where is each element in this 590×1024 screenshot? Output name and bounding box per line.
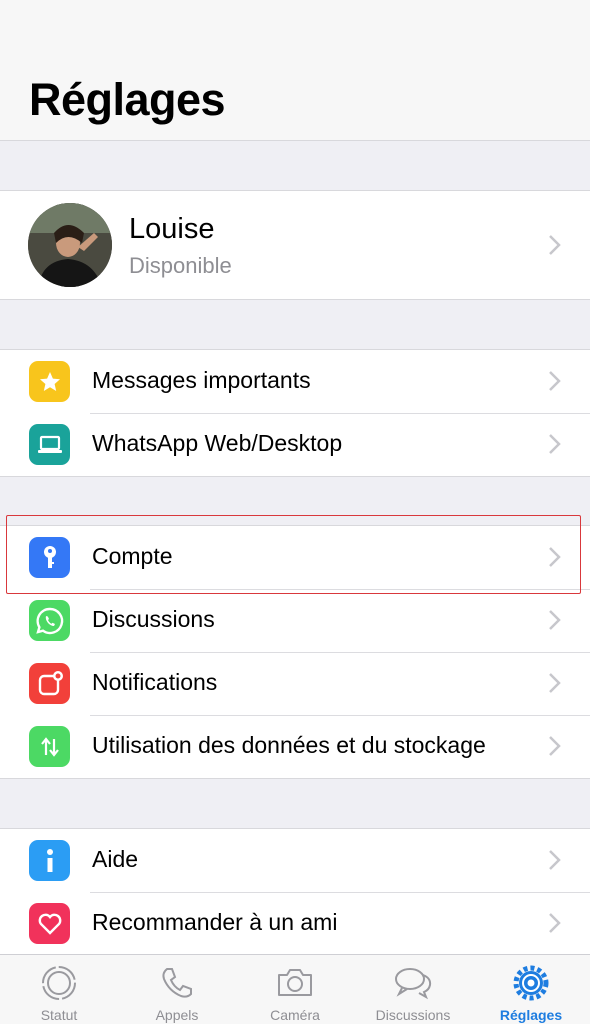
row-label: WhatsApp Web/Desktop [92, 430, 343, 456]
row-notifications[interactable]: Notifications [0, 652, 590, 715]
info-icon [29, 840, 70, 881]
status-icon [42, 966, 76, 1000]
profile-group: Louise Disponible [0, 190, 590, 300]
profile-status: Disponible [129, 253, 232, 278]
settings-group-1: Messages importants WhatsApp Web/Desktop [0, 349, 590, 477]
chevron-right-icon [549, 850, 561, 870]
star-icon [29, 361, 70, 402]
nav-header: Réglages [0, 0, 590, 141]
tab-discussions[interactable]: Discussions [354, 955, 472, 1024]
settings-gear-icon [513, 965, 549, 1001]
tab-label: Caméra [270, 1007, 320, 1023]
camera-icon [278, 969, 312, 996]
row-label: Recommander à un ami [92, 909, 338, 935]
row-donnees-stockage[interactable]: Utilisation des données et du stockage [0, 715, 590, 778]
chevron-right-icon [549, 736, 561, 756]
row-discussions[interactable]: Discussions [0, 589, 590, 652]
chevron-right-icon [549, 547, 561, 567]
tab-label: Discussions [375, 1007, 451, 1023]
tab-appels[interactable]: Appels [118, 955, 236, 1024]
chevron-right-icon [549, 371, 561, 391]
row-label: Messages importants [92, 367, 311, 393]
tab-reglages[interactable]: Réglages [472, 955, 590, 1024]
chevron-right-icon [549, 673, 561, 693]
settings-group-3: Aide Recommander à un ami [0, 828, 590, 956]
tab-camera[interactable]: Caméra [236, 955, 354, 1024]
chevron-right-icon [549, 235, 561, 255]
tab-label: Réglages [499, 1007, 563, 1023]
settings-group-2: Compte Discussions Notifications Utilisa… [0, 525, 590, 779]
data-transfer-icon [29, 726, 70, 767]
profile-row[interactable]: Louise Disponible [0, 191, 590, 299]
row-messages-importants[interactable]: Messages importants [0, 350, 590, 413]
laptop-icon [29, 424, 70, 465]
row-label: Aide [92, 846, 139, 872]
tab-label: Statut [40, 1007, 78, 1023]
row-label: Utilisation des données et du stockage [92, 732, 486, 758]
whatsapp-icon [29, 600, 70, 641]
chat-bubbles-icon [395, 968, 432, 1000]
phone-icon [162, 968, 192, 998]
row-recommander[interactable]: Recommander à un ami [0, 892, 590, 955]
chevron-right-icon [549, 610, 561, 630]
tab-statut[interactable]: Statut [0, 955, 118, 1024]
row-whatsapp-web[interactable]: WhatsApp Web/Desktop [0, 413, 590, 476]
profile-name: Louise [129, 213, 215, 245]
heart-icon [29, 903, 70, 944]
key-icon [29, 537, 70, 578]
row-aide[interactable]: Aide [0, 829, 590, 892]
row-label: Notifications [92, 669, 218, 695]
tab-label: Appels [155, 1007, 199, 1023]
row-compte[interactable]: Compte [0, 526, 590, 589]
row-label: Compte [92, 543, 173, 569]
tab-bar: Statut Appels Caméra Discussions Réglage… [0, 954, 590, 1024]
row-label: Discussions [92, 606, 215, 632]
chevron-right-icon [549, 434, 561, 454]
page-title: Réglages [29, 74, 226, 125]
avatar [28, 203, 112, 287]
notification-icon [29, 663, 70, 704]
chevron-right-icon [549, 913, 561, 933]
